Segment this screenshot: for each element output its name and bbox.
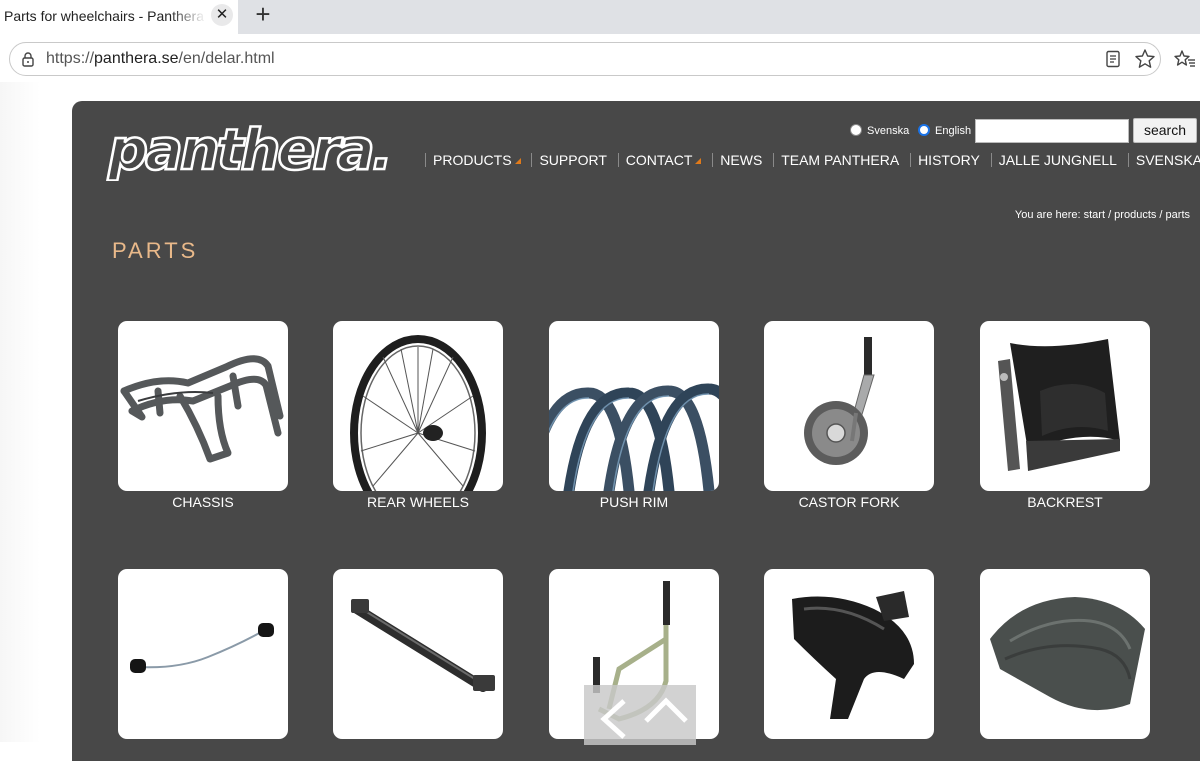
reader-mode-icon[interactable] <box>1104 50 1122 68</box>
main-nav: PRODUCTS SUPPORT CONTACT NEWS TEAM PANTH… <box>418 152 1200 172</box>
address-bar: https://panthera.se/en/delar.html <box>0 34 1200 83</box>
nav-item-products[interactable]: PRODUCTS <box>433 152 521 168</box>
part-label-chassis[interactable]: CHASSIS <box>118 494 288 510</box>
part-label-backrest[interactable]: BACKREST <box>980 494 1150 510</box>
page-title: PARTS <box>112 238 199 263</box>
site-container: panthera. Svenska English search PRODUCT… <box>72 101 1200 761</box>
url-text: https://panthera.se/en/delar.html <box>46 50 275 67</box>
nav-item-team-panthera[interactable]: TEAM PANTHERA <box>781 152 899 168</box>
breadcrumb: You are here: start / products / parts <box>1014 209 1190 221</box>
part-card-cable[interactable] <box>118 569 288 739</box>
part-card-backrest[interactable] <box>980 321 1150 491</box>
page-viewport: panthera. Svenska English search PRODUCT… <box>0 82 1200 761</box>
svg-text:panthera.: panthera. <box>107 119 390 181</box>
favorites-icon[interactable] <box>1174 48 1196 70</box>
nav-item-contact[interactable]: CONTACT <box>626 152 702 168</box>
seat-cushion-icon <box>990 597 1145 711</box>
url-field[interactable]: https://panthera.se/en/delar.html <box>9 42 1161 76</box>
radio-svenska[interactable] <box>850 124 862 136</box>
nav-item-jalle-jungnell[interactable]: JALLE JUNGNELL <box>999 152 1117 168</box>
submenu-arrow-icon <box>695 158 702 164</box>
part-card-push-rim[interactable] <box>549 321 719 491</box>
backrest-icon <box>998 339 1120 471</box>
cable-icon <box>130 623 274 673</box>
part-card-side-guard[interactable] <box>764 569 934 739</box>
rear-wheel-icon <box>350 335 486 491</box>
language-option-label: Svenska <box>867 125 910 137</box>
browser-tab[interactable]: Parts for wheelchairs - Panthera AB ✕ <box>0 0 238 34</box>
up-arrow-icon[interactable] <box>638 685 694 745</box>
language-option-label: English <box>935 125 972 137</box>
search-button[interactable]: search <box>1133 118 1197 143</box>
axle-bar-icon <box>351 599 495 692</box>
castor-fork-icon <box>804 337 875 465</box>
nav-item-support[interactable]: SUPPORT <box>539 152 606 168</box>
lock-icon <box>22 52 34 67</box>
part-card-axle-bar[interactable] <box>333 569 503 739</box>
part-card-rear-wheels[interactable] <box>333 321 503 491</box>
submenu-arrow-icon <box>514 158 521 164</box>
chassis-icon <box>120 355 284 463</box>
slideshow-controls <box>584 685 696 745</box>
part-label-castor-fork[interactable]: CASTOR FORK <box>764 494 934 510</box>
favorite-star-icon[interactable] <box>1134 48 1156 70</box>
search-input[interactable] <box>975 119 1129 143</box>
part-label-rear-wheels[interactable]: REAR WHEELS <box>333 494 503 510</box>
nav-item-svenska[interactable]: SVENSKA <box>1136 152 1200 168</box>
close-tab-icon[interactable]: ✕ <box>211 4 233 26</box>
push-rim-icon <box>549 383 719 491</box>
previous-arrow-icon[interactable] <box>588 685 638 745</box>
part-label-push-rim[interactable]: PUSH RIM <box>549 494 719 510</box>
tab-strip: Parts for wheelchairs - Panthera AB ✕ + <box>0 0 1200 34</box>
part-card-chassis[interactable] <box>118 321 288 491</box>
part-card-castor-fork[interactable] <box>764 321 934 491</box>
new-tab-icon[interactable]: + <box>250 1 276 28</box>
radio-english[interactable] <box>918 124 930 136</box>
nav-item-history[interactable]: HISTORY <box>918 152 980 168</box>
part-card-seat-cushion[interactable] <box>980 569 1150 739</box>
panthera-logo[interactable]: panthera. <box>106 119 401 181</box>
side-guard-icon <box>792 591 914 719</box>
nav-item-news[interactable]: NEWS <box>720 152 762 168</box>
